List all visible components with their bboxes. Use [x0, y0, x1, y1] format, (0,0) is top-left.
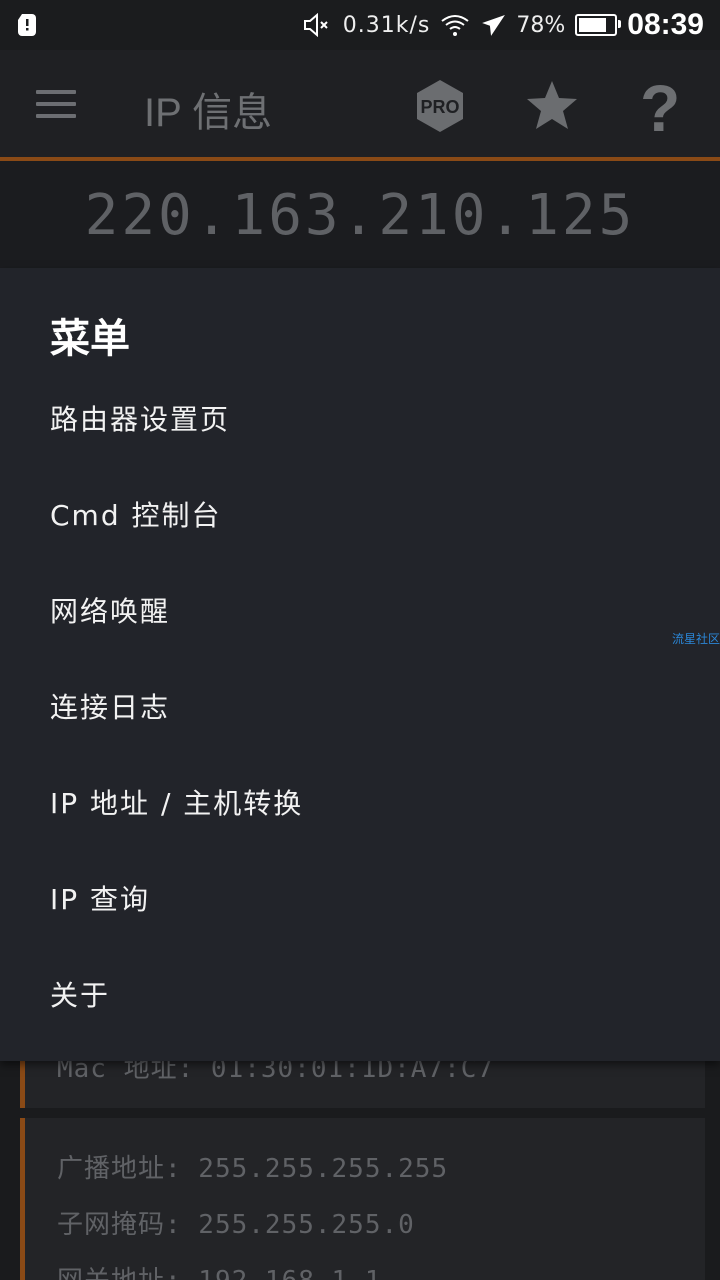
- info-card-network: 广播地址: 255.255.255.255 子网掩码: 255.255.255.…: [20, 1118, 705, 1280]
- subnet-mask-row: 子网掩码: 255.255.255.0: [57, 1210, 415, 1240]
- menu-item-wake-on-lan[interactable]: 网络唤醒: [50, 572, 670, 652]
- battery-fill: [579, 18, 606, 32]
- menu-item-ip-host-convert[interactable]: IP 地址 / 主机转换: [50, 764, 670, 844]
- wifi-icon: [441, 15, 469, 36]
- hamburger-menu-icon[interactable]: [36, 90, 76, 120]
- watermark-text: 流星社区: [671, 632, 720, 646]
- pro-badge-label: PRO: [420, 97, 459, 117]
- public-ip-address: 220.163.210.125: [84, 183, 636, 248]
- app-toolbar: IP 信息 PRO ?: [0, 50, 720, 158]
- pro-badge-icon[interactable]: PRO: [414, 78, 466, 134]
- gateway-address-row: 网关地址: 192.168.1.1: [57, 1260, 382, 1280]
- app-title: IP 信息: [144, 91, 273, 135]
- status-bar: 0.31k/s 78% 08:39: [0, 0, 720, 50]
- airplane-mode-icon: [482, 15, 506, 36]
- sim-card-icon: [18, 14, 36, 36]
- menu-item-about[interactable]: 关于: [50, 956, 670, 1036]
- menu-item-router-settings[interactable]: 路由器设置页: [50, 380, 670, 460]
- muted-speaker-icon: [303, 13, 328, 37]
- battery-percent: 78%: [516, 12, 566, 38]
- status-right-group: 0.31k/s 78% 08:39: [303, 0, 704, 50]
- navigation-drawer: 菜单 路由器设置页 Cmd 控制台 网络唤醒 连接日志 IP 地址 / 主机转换…: [0, 268, 720, 1061]
- drawer-title: 菜单: [50, 316, 130, 362]
- clock: 08:39: [627, 8, 704, 41]
- star-icon[interactable]: [524, 78, 580, 134]
- ip-banner: 220.163.210.125: [0, 161, 720, 268]
- menu-item-connection-log[interactable]: 连接日志: [50, 668, 670, 748]
- network-speed: 0.31k/s: [342, 12, 431, 38]
- battery-icon: [575, 14, 622, 36]
- menu-item-ip-lookup[interactable]: IP 查询: [50, 860, 670, 940]
- menu-item-cmd-console[interactable]: Cmd 控制台: [50, 476, 670, 556]
- app-root: 0.31k/s 78% 08:39 IP 信息 PRO ? 220.163.21…: [0, 0, 720, 1280]
- broadcast-address-row: 广播地址: 255.255.255.255: [57, 1154, 449, 1184]
- help-icon[interactable]: ?: [640, 70, 680, 146]
